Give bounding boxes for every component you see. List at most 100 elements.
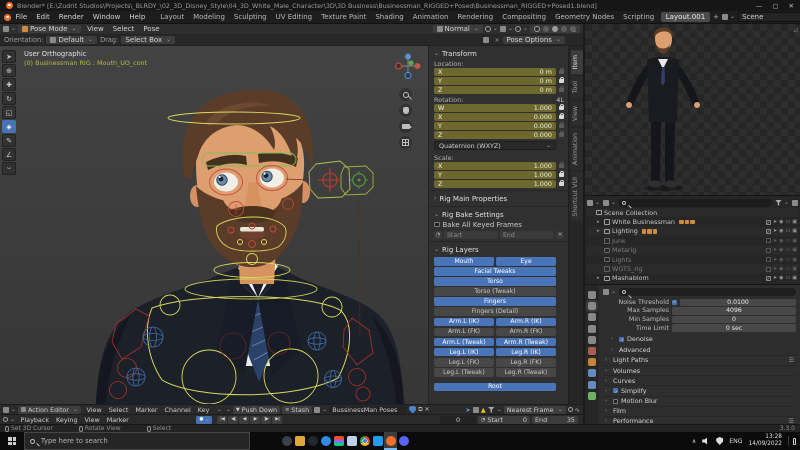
lock-icon[interactable] (559, 133, 564, 137)
properties-panel-header[interactable]: › Motion Blur ☰ (603, 396, 796, 406)
viewport-disable-icon[interactable]: ▭ (786, 228, 791, 234)
viewport-disable-icon[interactable]: ▭ (786, 238, 791, 244)
world-tab[interactable] (588, 347, 596, 355)
lock-icon[interactable] (559, 79, 564, 83)
exclude-checkbox[interactable] (766, 220, 771, 225)
expand-arrow-icon[interactable]: ▸ (597, 219, 602, 225)
hide-eye-icon[interactable]: ◉ (779, 238, 783, 244)
solid-shading-icon[interactable] (552, 26, 558, 32)
workspace-tab[interactable]: Animation (408, 13, 453, 21)
selectable-cursor-icon[interactable]: ➤ (773, 275, 777, 281)
scene-selector[interactable]: Scene✕ (738, 12, 800, 22)
rig-layer-button[interactable]: Leg.R (IK) (496, 348, 556, 357)
timeline-menu-item[interactable]: View (81, 416, 103, 424)
playback-button[interactable]: ◀ (239, 416, 249, 424)
scale-input[interactable]: Z1.000 (434, 180, 556, 188)
dopesheet-menu-item[interactable]: Select (105, 406, 132, 414)
rig-layer-button[interactable]: Arm.R (FK) (496, 328, 556, 337)
rotation-input[interactable]: W1.000 (434, 104, 556, 112)
workspace-tab[interactable]: Texture Paint (317, 13, 371, 21)
rig-layers-header[interactable]: ⌄Rig Layers (434, 244, 564, 255)
properties-panel-header[interactable]: › Simplify ☰ (603, 385, 796, 395)
playback-button[interactable]: ▶| (272, 416, 282, 424)
taskbar-app[interactable] (293, 432, 306, 450)
lock-icon[interactable] (559, 182, 564, 186)
workspace-tab[interactable]: Geometry Nodes (551, 13, 619, 21)
end-frame-field[interactable]: End35 (532, 416, 578, 424)
viewport-disable-icon[interactable]: ▭ (786, 257, 791, 263)
search-input[interactable] (39, 436, 244, 446)
dopesheet-menu-item[interactable]: Marker (132, 406, 161, 414)
exclude-checkbox[interactable] (766, 248, 771, 253)
properties-panel-header[interactable]: › Light Paths ☰ (603, 355, 796, 365)
selectable-cursor-icon[interactable]: ➤ (773, 247, 777, 253)
workspace-tab[interactable]: Compositing (498, 13, 551, 21)
expand-arrow-icon[interactable]: ▸ (597, 275, 602, 281)
lock-icon[interactable] (559, 106, 564, 110)
location-input[interactable]: Z0 m (434, 86, 556, 94)
playback-button[interactable]: ▶ (250, 416, 260, 424)
start-frame-field[interactable]: ◔Start0 (478, 416, 530, 424)
viewport-disable-icon[interactable]: ▭ (786, 266, 791, 272)
only-selected-cursor-icon[interactable]: ➤ (465, 406, 470, 414)
transform-tool[interactable]: ◈ (2, 120, 16, 133)
lock-icon[interactable] (559, 164, 564, 168)
pan-hand-icon[interactable] (399, 104, 412, 117)
properties-panel-header[interactable]: › Volumes ☰ (603, 365, 796, 375)
workspace-tab[interactable]: UV Editing (271, 13, 317, 21)
expand-arrow-icon[interactable]: ▸ (597, 228, 602, 234)
scene-browse-icon[interactable] (722, 14, 735, 20)
lock-icon[interactable] (559, 115, 564, 119)
output-tab[interactable] (588, 313, 596, 321)
extra-dropdown-icon[interactable] (224, 407, 231, 413)
rotate-tool[interactable]: ↻ (2, 92, 16, 105)
hide-eye-icon[interactable]: ◉ (779, 228, 783, 234)
playback-button[interactable]: |◀ (217, 416, 227, 424)
workspace-tab[interactable]: Scripting (619, 13, 659, 21)
xray-toggle-icon[interactable] (534, 26, 540, 32)
exclude-checkbox[interactable] (766, 257, 771, 262)
property-value[interactable]: 0.0100 (680, 299, 796, 307)
defender-shield-icon[interactable] (716, 437, 723, 445)
dopesheet-mode-dropdown[interactable]: Action Editor (18, 406, 81, 414)
language-indicator[interactable]: ENG (729, 438, 742, 445)
workspace-tab[interactable]: Sculpting (229, 13, 271, 21)
rotation-input[interactable]: Z0.000 (434, 131, 556, 139)
outliner-row[interactable]: ▸ Scene Collection ➤ ◉ ▭ ▣ (587, 208, 798, 217)
outliner-row[interactable]: ▸ Lighting ➤ ◉ ▭ ▣ (587, 227, 798, 236)
outliner-filter-icon[interactable] (775, 200, 789, 206)
properties-context-icon[interactable] (603, 289, 616, 295)
outliner-row[interactable]: ▸ White Businessman ➤ ◉ ▭ ▣ (587, 217, 798, 226)
viewport-menu-item[interactable]: Select (108, 25, 139, 33)
bake-checkbox[interactable] (434, 222, 440, 228)
sidebar-tab[interactable]: View (571, 101, 583, 126)
render-disable-icon[interactable]: ▣ (792, 228, 797, 234)
selectable-cursor-icon[interactable]: ➤ (773, 228, 777, 234)
rig-bake-settings-header[interactable]: ⌄Rig Bake Settings (434, 209, 564, 220)
panel-checkbox[interactable] (619, 337, 624, 342)
rig-layer-button[interactable]: Torso (434, 277, 556, 286)
new-action-icon[interactable]: ⧉ (418, 406, 422, 414)
rig-layer-button[interactable]: Leg.L (FK) (434, 358, 494, 367)
outliner-row[interactable]: ▸ Metarig ➤ ◉ ▭ ▣ (587, 246, 798, 255)
taskbar-app[interactable] (332, 432, 345, 450)
unlink-action-icon[interactable]: ✕ (424, 406, 429, 413)
ghost-frames-icon[interactable] (473, 407, 479, 413)
blender-menu-icon[interactable] (4, 14, 11, 21)
rig-layer-button[interactable]: Fingers (434, 297, 556, 306)
clear-range-icon[interactable]: ✕ (556, 231, 564, 239)
transform-orientation-dropdown[interactable]: Normal (433, 25, 483, 33)
editor-corner-icon[interactable]: ◿ (793, 26, 798, 33)
selectable-cursor-icon[interactable]: ➤ (773, 238, 777, 244)
exclude-checkbox[interactable] (766, 229, 771, 234)
modifiers-tab[interactable] (588, 369, 596, 377)
timeline-editor-icon[interactable] (3, 417, 15, 423)
playback-button[interactable]: |▶ (261, 416, 271, 424)
fake-user-shield-icon[interactable] (409, 406, 416, 414)
transform-panel-header[interactable]: ⌄Transform (434, 48, 564, 59)
wireframe-shading-icon[interactable] (543, 26, 549, 32)
action-name-field[interactable]: BussinessMan Poses (329, 406, 407, 414)
rig-layer-button[interactable]: Arm.L (IK) (434, 318, 494, 327)
proportional-edit-icon[interactable] (515, 26, 528, 32)
dopesheet-menu-item[interactable]: Channel (161, 406, 194, 414)
